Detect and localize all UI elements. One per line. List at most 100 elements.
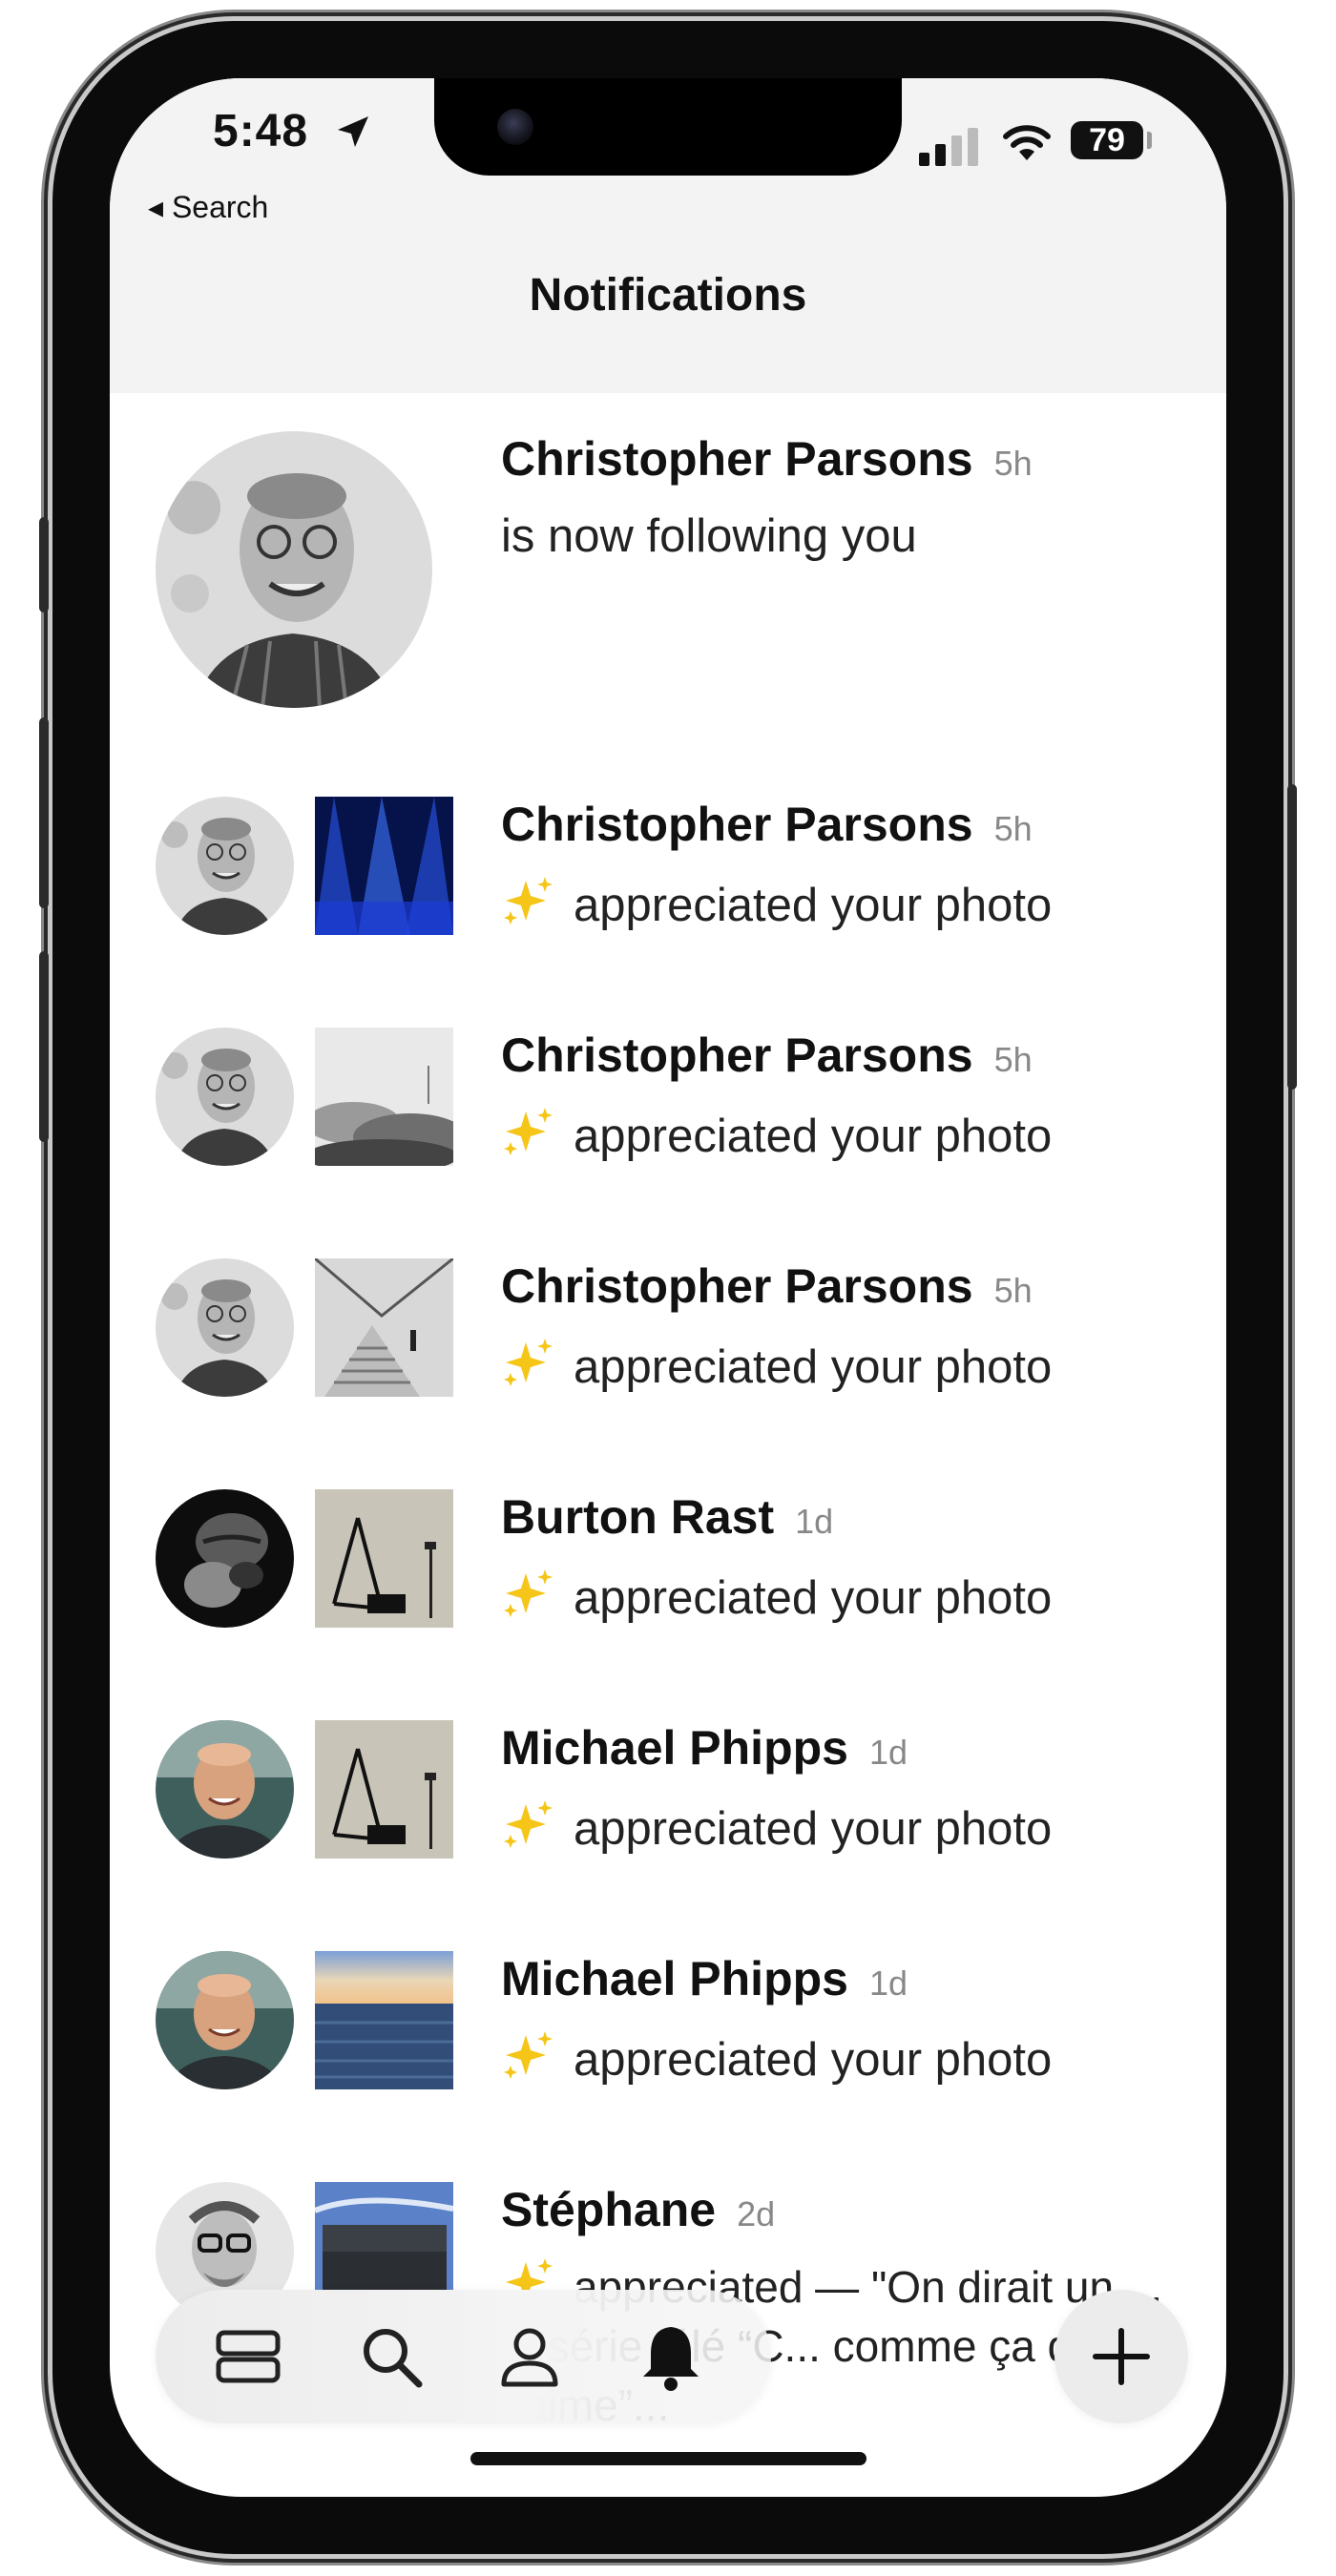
notification-item[interactable]: Michael Phipps 1d appreciated your photo [110, 1951, 1226, 2089]
notification-item[interactable]: Burton Rast 1d appreciated your photo [110, 1489, 1226, 1628]
cellular-signal-icon [919, 128, 978, 166]
notification-header: Christopher Parsons 5h [501, 797, 1033, 852]
add-button[interactable] [1054, 2290, 1188, 2423]
status-bar: 5:48 ◂ Search 79 Notifications [110, 78, 1226, 393]
avatar[interactable] [156, 1951, 294, 2089]
sparkles-icon [504, 1569, 553, 1617]
christopher-avatar-icon [156, 797, 294, 935]
photo-thumbnail[interactable] [315, 1258, 453, 1397]
user-name[interactable]: Christopher Parsons [501, 1028, 973, 1082]
wifi-icon [1003, 125, 1051, 160]
user-name[interactable]: Christopher Parsons [501, 432, 973, 486]
user-name[interactable]: Michael Phipps [501, 1952, 848, 2005]
phone-frame: 5:48 ◂ Search 79 Notifications Christoph… [39, 21, 1297, 2554]
notification-header: Stéphane 2d [501, 2182, 775, 2237]
notification-item[interactable]: Christopher Parsons 5h appreciated your p… [110, 1028, 1226, 1166]
avatar[interactable] [156, 1489, 294, 1628]
sparkles-icon [504, 1339, 553, 1386]
crane-photo-icon [315, 1489, 453, 1628]
sparkles-icon [504, 1108, 553, 1155]
time-ago: 1d [868, 1963, 908, 2003]
photo-thumbnail[interactable] [315, 1489, 453, 1628]
volume-down-button [39, 951, 49, 1142]
notification-action: appreciated your photo [501, 2029, 1052, 2087]
notification-action: appreciated your photo [501, 1106, 1052, 1163]
action-text: appreciated your photo [574, 1341, 1053, 1393]
user-name[interactable]: Burton Rast [501, 1490, 774, 1544]
time-ago: 2d [737, 2194, 776, 2233]
location-arrow-icon [338, 116, 368, 147]
power-button [1287, 784, 1297, 1090]
screen: 5:48 ◂ Search 79 Notifications Christoph… [110, 78, 1226, 2497]
volume-up-button [39, 717, 49, 908]
action-text: appreciated your photo [574, 880, 1053, 931]
notification-header: Burton Rast 1d [501, 1489, 833, 1545]
notification-action: appreciated your photo [501, 1568, 1052, 1625]
plus-icon [1093, 2328, 1150, 2385]
avatar[interactable] [156, 1720, 294, 1859]
sparkles-icon [504, 2031, 553, 2079]
action-text: appreciated your photo [574, 1803, 1053, 1855]
photo-thumbnail[interactable] [315, 1720, 453, 1859]
user-name[interactable]: Christopher Parsons [501, 798, 973, 851]
notification-item[interactable]: Christopher Parsons 5h is now following y… [110, 431, 1226, 717]
notification-header: Christopher Parsons 5h [501, 1028, 1033, 1083]
time-ago: 5h [993, 444, 1033, 483]
crane-photo-icon [315, 1720, 453, 1859]
notification-action: appreciated your photo [501, 1798, 1052, 1856]
avatar[interactable] [156, 797, 294, 935]
action-text: appreciated your photo [574, 1572, 1053, 1624]
battery-tip [1147, 132, 1152, 149]
burton-avatar-icon [156, 1489, 294, 1628]
notification-header: Christopher Parsons 5h [501, 431, 1033, 487]
michael-avatar-icon [156, 1720, 294, 1859]
tab-bar [156, 2290, 771, 2423]
christopher-avatar-icon [156, 1258, 294, 1397]
notification-header: Michael Phipps 1d [501, 1720, 908, 1776]
stage-lights-photo-icon [315, 797, 453, 935]
battery-indicator: 79 [1071, 121, 1143, 159]
notification-header: Christopher Parsons 5h [501, 1258, 1033, 1314]
sparkles-icon [504, 877, 553, 924]
notification-action: appreciated your photo [501, 1337, 1052, 1394]
notification-item[interactable]: Christopher Parsons 5h appreciated your p… [110, 1258, 1226, 1397]
user-name[interactable]: Stéphane [501, 2183, 716, 2236]
time-ago: 5h [993, 1271, 1033, 1310]
time-ago: 5h [993, 1040, 1033, 1079]
christopher-avatar-icon [156, 1028, 294, 1166]
time-ago: 5h [993, 809, 1033, 848]
michael-avatar-icon [156, 1951, 294, 2089]
action-text: appreciated your photo [574, 1111, 1053, 1162]
sea-horizon-photo-icon [315, 1951, 453, 2089]
back-to-search-link[interactable]: ◂ Search [148, 189, 268, 225]
photo-thumbnail[interactable] [315, 1951, 453, 2089]
user-name[interactable]: Michael Phipps [501, 1721, 848, 1775]
christopher-avatar-icon [156, 431, 432, 708]
notification-item[interactable]: Christopher Parsons 5h appreciated your p… [110, 797, 1226, 935]
bell-icon[interactable] [636, 2321, 706, 2392]
staircase-photo-icon [315, 1258, 453, 1397]
misty-clouds-photo-icon [315, 1028, 453, 1166]
notification-header: Michael Phipps 1d [501, 1951, 908, 2006]
sparkles-icon [504, 1800, 553, 1848]
notch [434, 78, 902, 176]
action-text: appreciated your photo [574, 2034, 1053, 2086]
mute-switch [39, 517, 49, 613]
photo-thumbnail[interactable] [315, 1028, 453, 1166]
status-time: 5:48 [213, 106, 309, 156]
profile-icon[interactable] [494, 2321, 565, 2392]
time-ago: 1d [795, 1502, 834, 1541]
avatar[interactable] [156, 1258, 294, 1397]
search-icon[interactable] [356, 2321, 427, 2392]
notification-action: appreciated your photo [501, 875, 1052, 932]
avatar[interactable] [156, 1028, 294, 1166]
camera-icon [497, 109, 533, 145]
time-ago: 1d [868, 1733, 908, 1772]
notification-item[interactable]: Michael Phipps 1d appreciated your photo [110, 1720, 1226, 1859]
avatar[interactable] [156, 431, 432, 708]
user-name[interactable]: Christopher Parsons [501, 1259, 973, 1313]
photo-thumbnail[interactable] [315, 797, 453, 935]
feed-icon[interactable] [213, 2321, 283, 2392]
notification-action: is now following you [501, 510, 917, 562]
home-indicator[interactable] [470, 2452, 866, 2465]
